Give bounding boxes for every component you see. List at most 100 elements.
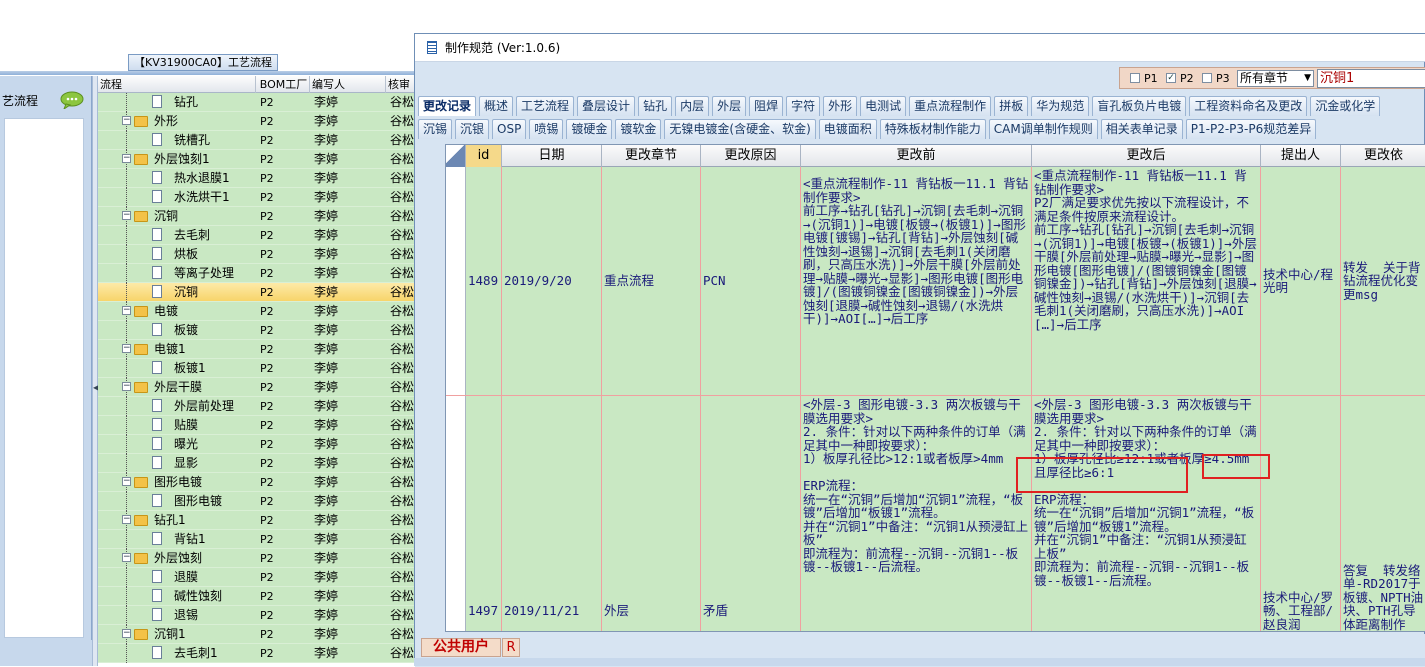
tree-row[interactable]: − 电镀1 P2 李婷 谷松 xyxy=(98,340,415,359)
collapse-icon[interactable]: − xyxy=(122,382,131,391)
collapse-icon[interactable]: − xyxy=(122,515,131,524)
tree-row[interactable]: 沉铜 P2 李婷 谷松 xyxy=(98,283,415,302)
tree-row[interactable]: 热水退膜1 P2 李婷 谷松 xyxy=(98,169,415,188)
tab-row2-3[interactable]: 喷锡 xyxy=(529,119,564,139)
tab-row2-9[interactable]: CAM调单制作规则 xyxy=(988,119,1098,139)
grid-col-proposer[interactable]: 提出人 xyxy=(1261,145,1341,167)
tab-row1-16[interactable]: 沉金或化学 xyxy=(1310,96,1381,116)
tree-col-bom[interactable]: BOM工厂 xyxy=(256,76,310,93)
grid-row[interactable]: 1497 2019/11/21 外层 矛盾 <外层-3 图形电镀-3.3 两次板… xyxy=(446,396,1425,631)
tree-line xyxy=(126,416,127,435)
tree-row[interactable]: 退锡 P2 李婷 谷松 xyxy=(98,606,415,625)
tab-row2-1[interactable]: 沉银 xyxy=(455,119,490,139)
tab-row1-8[interactable]: 字符 xyxy=(786,96,821,116)
collapse-icon[interactable]: − xyxy=(122,477,131,486)
tab-row1-0[interactable]: 更改记录 xyxy=(418,96,477,116)
dialog-titlebar[interactable]: 制作规范 (Ver:1.0.6) xyxy=(415,34,1425,62)
collapse-icon[interactable]: − xyxy=(122,116,131,125)
tree-row[interactable]: 铣槽孔 P2 李婷 谷松 xyxy=(98,131,415,150)
tab-row2-2[interactable]: OSP xyxy=(492,119,527,139)
tree-col-writer[interactable]: 编写人 xyxy=(310,76,386,93)
tree-row[interactable]: 烘板 P2 李婷 谷松 xyxy=(98,245,415,264)
filter-p2-checkbox[interactable]: ✓ xyxy=(1166,73,1176,83)
collapse-icon[interactable]: − xyxy=(122,344,131,353)
tree-row[interactable]: 去毛刺 P2 李婷 谷松 xyxy=(98,226,415,245)
grid-col-before[interactable]: 更改前 xyxy=(801,145,1032,167)
tree-row[interactable]: 碱性蚀刻 P2 李婷 谷松 xyxy=(98,587,415,606)
filter-p3-checkbox[interactable] xyxy=(1202,73,1212,83)
tab-row1-12[interactable]: 拼板 xyxy=(994,96,1029,116)
tree-row[interactable]: − 外形 P2 李婷 谷松 xyxy=(98,112,415,131)
flow-title-tab[interactable]: 【KV31900CA0】工艺流程 xyxy=(128,54,278,71)
tree-row[interactable]: 钻孔 P2 李婷 谷松 xyxy=(98,93,415,112)
filter-p1-checkbox[interactable] xyxy=(1130,73,1140,83)
grid-col-chapter[interactable]: 更改章节 xyxy=(602,145,701,167)
tab-row2-10[interactable]: 相关表单记录 xyxy=(1100,119,1183,139)
tree-row[interactable]: − 图形电镀 P2 李婷 谷松 xyxy=(98,473,415,492)
chat-bubble-icon[interactable] xyxy=(60,91,84,109)
tree-row[interactable]: − 电镀 P2 李婷 谷松 xyxy=(98,302,415,321)
tree-row[interactable]: 去毛刺1 P2 李婷 谷松 xyxy=(98,644,415,663)
tree-row[interactable]: 退膜 P2 李婷 谷松 xyxy=(98,568,415,587)
chevron-down-icon[interactable]: ▼ xyxy=(1304,71,1311,86)
grid-col-reason[interactable]: 更改原因 xyxy=(701,145,801,167)
tab-row1-13[interactable]: 华为规范 xyxy=(1031,96,1090,116)
tab-row1-6[interactable]: 外层 xyxy=(712,96,747,116)
tree-node-name: 钻孔 xyxy=(174,95,199,109)
search-input[interactable]: 沉铜1 xyxy=(1317,69,1425,88)
collapse-icon[interactable]: − xyxy=(122,629,131,638)
tab-row2-6[interactable]: 无镍电镀金(含硬金、软金) xyxy=(664,119,816,139)
tab-row1-7[interactable]: 阻焊 xyxy=(749,96,784,116)
row-indicator[interactable] xyxy=(446,167,466,395)
tree-row[interactable]: − 外层干膜 P2 李婷 谷松 xyxy=(98,378,415,397)
collapse-icon[interactable]: − xyxy=(122,211,131,220)
tree-row[interactable]: 显影 P2 李婷 谷松 xyxy=(98,454,415,473)
tab-row2-7[interactable]: 电镀面积 xyxy=(818,119,877,139)
tree-col-flow[interactable]: 流程 xyxy=(98,76,256,93)
grid-col-date[interactable]: 日期 xyxy=(502,145,602,167)
grid-col-id[interactable]: id xyxy=(466,145,502,167)
tab-row1-9[interactable]: 外形 xyxy=(823,96,858,116)
tree-line xyxy=(126,93,127,112)
tab-row1-15[interactable]: 工程资料命名及更改 xyxy=(1189,96,1308,116)
collapse-icon[interactable]: − xyxy=(122,553,131,562)
chapter-select[interactable]: 所有章节 ▼ xyxy=(1237,70,1314,87)
tab-row1-4[interactable]: 钻孔 xyxy=(638,96,673,116)
tab-row1-5[interactable]: 内层 xyxy=(675,96,710,116)
r-indicator[interactable]: R xyxy=(502,638,520,657)
tab-row2-11[interactable]: P1-P2-P3-P6规范差异 xyxy=(1185,119,1317,139)
tab-row2-0[interactable]: 沉锡 xyxy=(418,119,453,139)
tab-row2-8[interactable]: 特殊板材制作能力 xyxy=(879,119,986,139)
tab-row1-11[interactable]: 重点流程制作 xyxy=(909,96,992,116)
tree-row[interactable]: − 沉铜1 P2 李婷 谷松 xyxy=(98,625,415,644)
tree-row[interactable]: 贴膜 P2 李婷 谷松 xyxy=(98,416,415,435)
tree-row[interactable]: − 钻孔1 P2 李婷 谷松 xyxy=(98,511,415,530)
tab-row1-1[interactable]: 概述 xyxy=(479,96,514,116)
collapse-icon[interactable]: − xyxy=(122,306,131,315)
tree-row[interactable]: 图形电镀 P2 李婷 谷松 xyxy=(98,492,415,511)
tree-row[interactable]: − 外层蚀刻1 P2 李婷 谷松 xyxy=(98,150,415,169)
tab-row2-5[interactable]: 镀软金 xyxy=(615,119,662,139)
tree-col-reviewer[interactable]: 核审 xyxy=(386,76,415,93)
tree-row[interactable]: 外层前处理 P2 李婷 谷松 xyxy=(98,397,415,416)
grid-select-all[interactable] xyxy=(446,145,466,167)
tab-row1-3[interactable]: 叠层设计 xyxy=(577,96,636,116)
tab-row1-2[interactable]: 工艺流程 xyxy=(516,96,575,116)
tree-row[interactable]: − 沉铜 P2 李婷 谷松 xyxy=(98,207,415,226)
tree-row[interactable]: 背钻1 P2 李婷 谷松 xyxy=(98,530,415,549)
tab-row1-14[interactable]: 盲孔板负片电镀 xyxy=(1092,96,1187,116)
tree-row[interactable]: 板镀 P2 李婷 谷松 xyxy=(98,321,415,340)
tree-row[interactable]: 曝光 P2 李婷 谷松 xyxy=(98,435,415,454)
splitter-arrow-icon[interactable]: ◀ xyxy=(93,383,99,393)
tab-row1-10[interactable]: 电测试 xyxy=(860,96,907,116)
row-indicator[interactable] xyxy=(446,396,466,631)
tree-row[interactable]: 板镀1 P2 李婷 谷松 xyxy=(98,359,415,378)
collapse-icon[interactable]: − xyxy=(122,154,131,163)
tree-row[interactable]: 等离子处理 P2 李婷 谷松 xyxy=(98,264,415,283)
tab-row2-4[interactable]: 镀硬金 xyxy=(566,119,613,139)
grid-row[interactable]: 1489 2019/9/20 重点流程 PCN <重点流程制作-11 背钻板一1… xyxy=(446,167,1425,396)
grid-col-after[interactable]: 更改后 xyxy=(1032,145,1261,167)
tree-row[interactable]: − 外层蚀刻 P2 李婷 谷松 xyxy=(98,549,415,568)
tree-row[interactable]: 水洗烘干1 P2 李婷 谷松 xyxy=(98,188,415,207)
grid-col-basis[interactable]: 更改依 xyxy=(1341,145,1425,167)
